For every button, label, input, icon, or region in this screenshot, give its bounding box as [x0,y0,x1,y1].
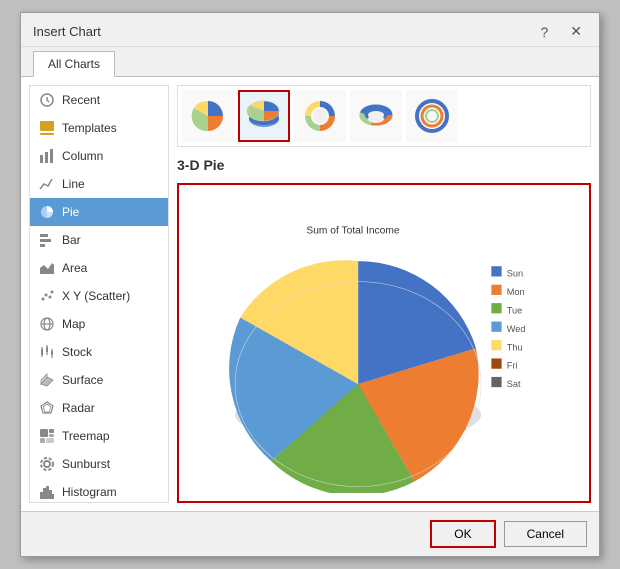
sidebar-label-stock: Stock [62,345,92,359]
templates-icon [38,119,56,137]
chart-icons-row [177,85,591,147]
recent-icon [38,91,56,109]
svg-text:Fri: Fri [507,361,518,371]
scatter-icon [38,287,56,305]
selected-chart-title: 3-D Pie [177,155,591,175]
chart-preview-title: Sum of Total Income [307,225,401,236]
dialog-footer: OK Cancel [21,511,599,556]
sidebar-item-radar[interactable]: Radar [30,394,168,422]
svg-text:Sat: Sat [507,379,521,389]
sidebar-item-pie[interactable]: Pie [30,198,168,226]
svg-text:Wed: Wed [507,324,526,334]
tab-bar: All Charts [21,47,599,77]
sidebar-label-scatter: X Y (Scatter) [62,289,130,303]
chart-preview-svg: Sum of Total Income [189,193,579,493]
sidebar-item-surface[interactable]: Surface [30,366,168,394]
svg-text:Thu: Thu [507,342,523,352]
sidebar-item-column[interactable]: Column [30,142,168,170]
title-bar-buttons: ? ✕ [535,21,587,42]
sidebar-item-treemap[interactable]: Treemap [30,422,168,450]
svg-text:Tue: Tue [507,305,523,315]
sidebar-item-scatter[interactable]: X Y (Scatter) [30,282,168,310]
svg-text:Mon: Mon [507,287,525,297]
sidebar-label-column: Column [62,149,103,163]
stock-icon [38,343,56,361]
chart-type-ring[interactable] [406,90,458,142]
sidebar-label-map: Map [62,317,85,331]
cancel-button[interactable]: Cancel [504,521,587,547]
close-button[interactable]: ✕ [565,21,587,42]
chart-type-donut2d[interactable] [294,90,346,142]
radar-icon [38,399,56,417]
sidebar-label-area: Area [62,261,87,275]
title-bar: Insert Chart ? ✕ [21,13,599,47]
sunburst-icon [38,455,56,473]
sidebar-item-histogram[interactable]: Histogram [30,478,168,503]
main-chart-panel: 3-D Pie Sum of Total Income [177,85,591,503]
insert-chart-dialog: Insert Chart ? ✕ All Charts Recent [20,12,600,557]
chart-type-pie3d[interactable] [238,90,290,142]
help-button[interactable]: ? [535,22,553,42]
svg-text:Sun: Sun [507,268,523,278]
bar-icon [38,231,56,249]
sidebar-item-area[interactable]: Area [30,254,168,282]
content-area: Recent Templates Column Li [21,77,599,511]
sidebar-label-radar: Radar [62,401,95,415]
chart-type-donut3d[interactable] [350,90,402,142]
sidebar-item-templates[interactable]: Templates [30,114,168,142]
dialog-title: Insert Chart [33,24,101,39]
chart-inner-content: Sum of Total Income [179,185,589,501]
pie-icon [38,203,56,221]
sidebar-label-surface: Surface [62,373,103,387]
sidebar-label-treemap: Treemap [62,429,110,443]
sidebar-item-sunburst[interactable]: Sunburst [30,450,168,478]
sidebar-item-stock[interactable]: Stock [30,338,168,366]
sidebar-item-recent[interactable]: Recent [30,86,168,114]
map-icon [38,315,56,333]
sidebar-item-bar[interactable]: Bar [30,226,168,254]
sidebar-label-templates: Templates [62,121,117,135]
ok-button[interactable]: OK [430,520,495,548]
treemap-icon [38,427,56,445]
chart-type-sidebar: Recent Templates Column Li [29,85,169,503]
tab-all-charts[interactable]: All Charts [33,51,115,77]
area-icon [38,259,56,277]
sidebar-label-bar: Bar [62,233,81,247]
sidebar-label-recent: Recent [62,93,100,107]
sidebar-item-line[interactable]: Line [30,170,168,198]
chart-type-pie2d[interactable] [182,90,234,142]
sidebar-label-line: Line [62,177,85,191]
sidebar-label-pie: Pie [62,205,79,219]
chart-preview-area: Sum of Total Income [177,183,591,503]
sidebar-item-map[interactable]: Map [30,310,168,338]
surface-icon [38,371,56,389]
sidebar-label-histogram: Histogram [62,485,117,499]
line-icon [38,175,56,193]
histogram-icon [38,483,56,501]
sidebar-label-sunburst: Sunburst [62,457,110,471]
column-icon [38,147,56,165]
